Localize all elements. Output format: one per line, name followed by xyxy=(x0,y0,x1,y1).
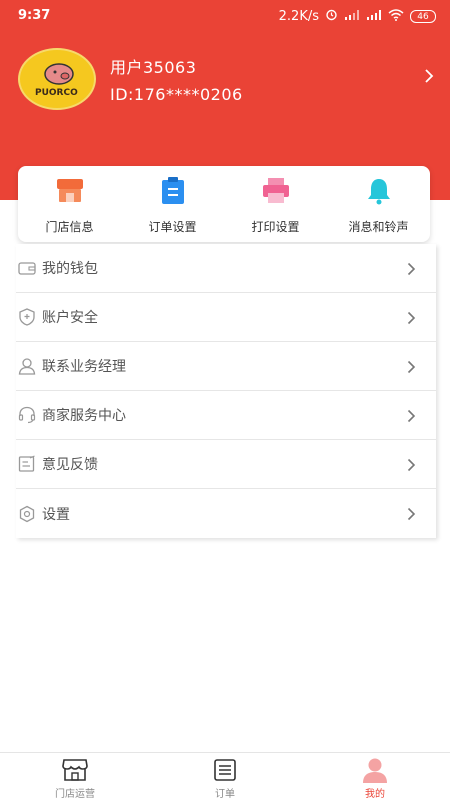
quick-action-label: 打印设置 xyxy=(251,220,300,234)
user-id: ID:176****0206 xyxy=(110,85,243,104)
status-time: 9:37 xyxy=(18,8,51,23)
alarm-icon xyxy=(325,8,338,25)
menu-list: 我的钱包 账户安全 联系业务经理 商家服务中心 意见反馈 设置 xyxy=(16,244,436,538)
avatar[interactable]: PUORCO xyxy=(18,48,96,110)
printer-icon xyxy=(261,176,291,206)
list-icon xyxy=(211,757,239,783)
avatar-logo-text: PUORCO xyxy=(35,88,78,98)
chevron-right-icon xyxy=(407,457,416,476)
menu-item-feedback[interactable]: 意见反馈 xyxy=(16,440,436,489)
wallet-icon xyxy=(18,259,36,277)
signal-icon xyxy=(344,9,360,25)
store-icon xyxy=(55,176,85,206)
quick-action-print-settings[interactable]: 打印设置 xyxy=(224,166,327,242)
menu-item-merchant-service[interactable]: 商家服务中心 xyxy=(16,391,436,440)
clipboard-icon xyxy=(158,176,188,206)
bottom-nav: 门店运营 订单 我的 xyxy=(0,752,450,800)
quick-action-order-settings[interactable]: 订单设置 xyxy=(121,166,224,242)
menu-item-account-security[interactable]: 账户安全 xyxy=(16,293,436,342)
profile-chevron-right-icon[interactable] xyxy=(424,68,434,88)
menu-item-label: 意见反馈 xyxy=(42,457,98,473)
store-icon xyxy=(61,757,89,783)
quick-action-label: 门店信息 xyxy=(45,220,94,234)
wifi-icon xyxy=(388,8,404,25)
menu-item-label: 账户安全 xyxy=(42,310,98,326)
network-speed: 2.2K/s xyxy=(278,9,319,24)
nav-tab-store-operations[interactable]: 门店运营 xyxy=(0,753,150,800)
menu-item-wallet[interactable]: 我的钱包 xyxy=(16,244,436,293)
status-bar: 9:37 2.2K/s 46 xyxy=(0,0,450,30)
chevron-right-icon xyxy=(407,310,416,329)
chevron-right-icon xyxy=(407,506,416,525)
menu-item-settings[interactable]: 设置 xyxy=(16,489,436,538)
gear-icon xyxy=(18,505,36,523)
username: 用户35063 xyxy=(110,58,197,77)
quick-actions-card: 门店信息 订单设置 打印设置 消息和铃声 xyxy=(18,166,430,242)
bell-icon xyxy=(364,176,394,206)
signal-icon xyxy=(366,9,382,25)
chevron-right-icon xyxy=(407,261,416,280)
feedback-icon xyxy=(18,455,36,473)
shield-icon xyxy=(18,308,36,326)
menu-item-label: 我的钱包 xyxy=(42,261,98,277)
menu-item-contact-manager[interactable]: 联系业务经理 xyxy=(16,342,436,391)
menu-item-label: 设置 xyxy=(42,506,70,523)
nav-label: 我的 xyxy=(365,789,385,800)
nav-label: 门店运营 xyxy=(55,789,95,800)
headset-icon xyxy=(18,406,36,424)
menu-item-label: 联系业务经理 xyxy=(42,359,126,375)
quick-action-label: 消息和铃声 xyxy=(348,220,409,234)
chevron-right-icon xyxy=(407,359,416,378)
battery-level: 46 xyxy=(417,11,429,22)
nav-label: 订单 xyxy=(215,789,235,800)
person-icon xyxy=(361,757,389,783)
battery-icon: 46 xyxy=(410,10,436,23)
nav-tab-orders[interactable]: 订单 xyxy=(150,753,300,800)
menu-item-label: 商家服务中心 xyxy=(42,408,126,424)
quick-action-label: 订单设置 xyxy=(148,220,197,234)
nav-tab-me[interactable]: 我的 xyxy=(300,753,450,800)
chevron-right-icon xyxy=(407,408,416,427)
person-icon xyxy=(18,357,36,375)
quick-action-store-info[interactable]: 门店信息 xyxy=(18,166,121,242)
quick-action-messages-ringtone[interactable]: 消息和铃声 xyxy=(327,166,430,242)
